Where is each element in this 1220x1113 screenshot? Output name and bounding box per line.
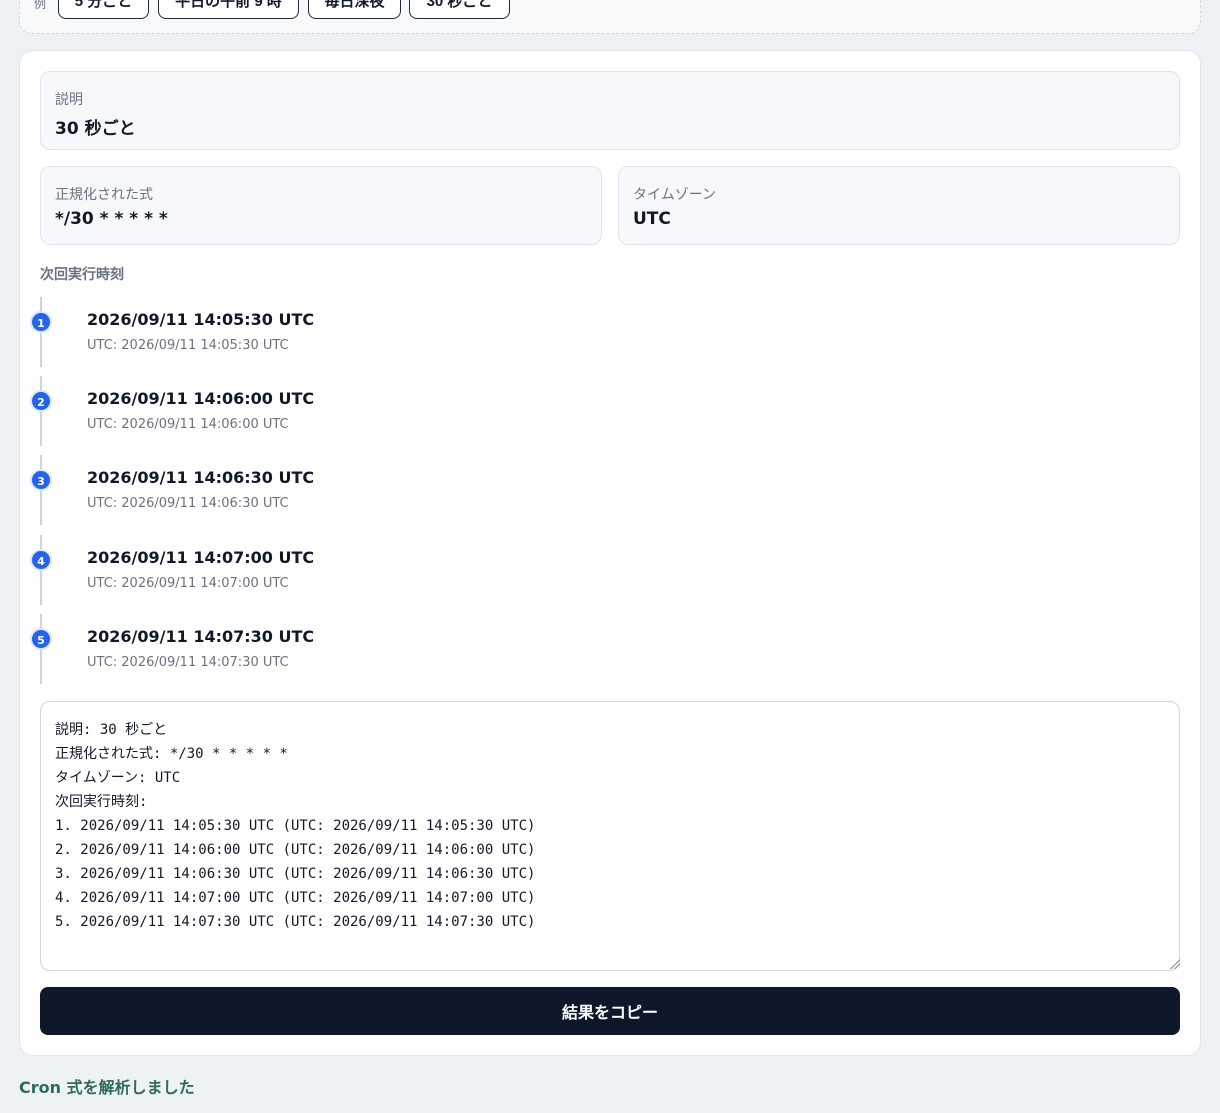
timeline-item: 2 2026/09/11 14:06:00 UTC UTC: 2026/09/1… [30,376,630,446]
copy-result-button[interactable]: 結果をコピー [40,987,1180,1035]
timeline-number-badge: 5 [30,628,52,650]
normalized-label: 正規化された式 [55,187,153,203]
timeline-number-badge: 2 [30,390,52,412]
normalized-box: 正規化された式 */30 * * * * * [40,166,602,245]
description-label: 説明 [55,92,83,108]
description-box: 説明 30 秒ごと [40,71,1180,150]
timezone-value: UTC [633,209,671,229]
run-time-utc: UTC: 2026/09/11 14:07:30 UTC [87,655,289,670]
timeline-item: 3 2026/09/11 14:06:30 UTC UTC: 2026/09/1… [30,455,630,525]
timeline-number-badge: 1 [30,311,52,333]
run-time-utc: UTC: 2026/09/11 14:05:30 UTC [87,338,289,353]
example-chip-midnight[interactable]: 毎日深夜 [308,0,401,19]
description-value: 30 秒ごと [55,119,136,139]
run-time: 2026/09/11 14:06:30 UTC [87,468,315,487]
run-time-utc: UTC: 2026/09/11 14:06:30 UTC [87,496,289,511]
examples-bar: 例 5 分ごと 平日の午前 9 時 毎日深夜 30 秒ごと [19,0,1201,34]
timezone-label: タイムゾーン [633,187,717,203]
run-time: 2026/09/11 14:07:00 UTC [87,548,315,567]
run-time: 2026/09/11 14:05:30 UTC [87,310,315,329]
timezone-box: タイムゾーン UTC [618,166,1180,245]
timeline-item: 4 2026/09/11 14:07:00 UTC UTC: 2026/09/1… [30,535,630,605]
page: 例 5 分ごと 平日の午前 9 時 毎日深夜 30 秒ごと 説明 30 秒ごと … [0,0,1220,1113]
examples-label: 例 [34,0,47,11]
run-time-utc: UTC: 2026/09/11 14:06:00 UTC [87,417,289,432]
example-chip-every-5-min[interactable]: 5 分ごと [58,0,149,19]
resize-handle-icon[interactable] [1170,959,1180,969]
status-message: Cron 式を解析しました [19,1078,195,1097]
timeline-item: 5 2026/09/11 14:07:30 UTC UTC: 2026/09/1… [30,614,630,684]
normalized-value: */30 * * * * * [55,209,168,229]
result-textarea[interactable]: 説明: 30 秒ごと 正規化された式: */30 * * * * * タイムゾー… [40,701,1180,971]
run-time-utc: UTC: 2026/09/11 14:07:00 UTC [87,576,289,591]
example-chip-every-30-sec[interactable]: 30 秒ごと [409,0,510,19]
run-time: 2026/09/11 14:06:00 UTC [87,389,315,408]
next-runs-title: 次回実行時刻 [40,267,124,283]
timeline-number-badge: 4 [30,549,52,571]
run-time: 2026/09/11 14:07:30 UTC [87,627,315,646]
timeline-number-badge: 3 [30,469,52,491]
timeline-item: 1 2026/09/11 14:05:30 UTC UTC: 2026/09/1… [30,297,630,367]
example-chip-weekday-9am[interactable]: 平日の午前 9 時 [158,0,299,19]
result-card: 説明 30 秒ごと 正規化された式 */30 * * * * * タイムゾーン … [19,50,1201,1056]
